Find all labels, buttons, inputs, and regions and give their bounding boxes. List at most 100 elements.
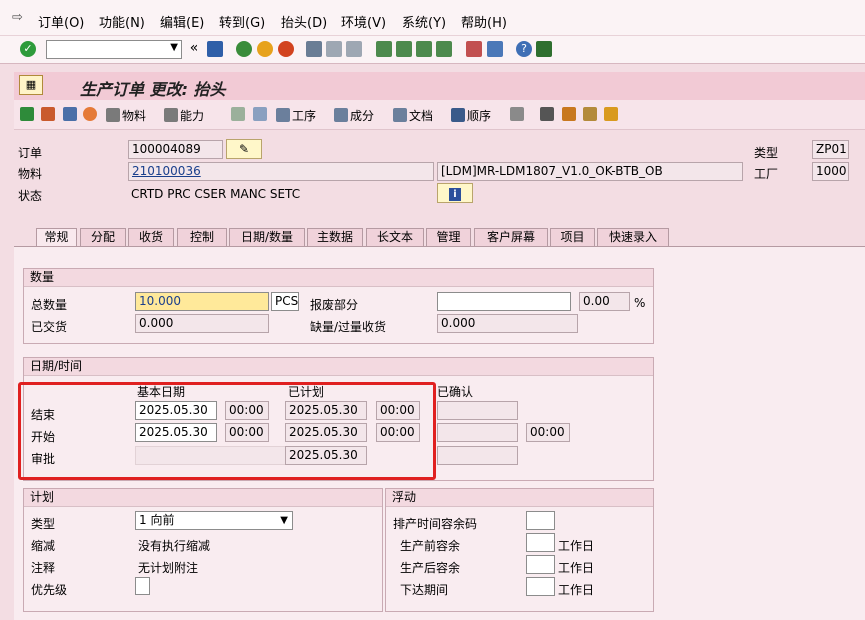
delivered-label: 已交货 [31, 320, 68, 334]
tab-quick-entry[interactable]: 快速录入 [597, 228, 669, 246]
tab-dates-quantities[interactable]: 日期/数量 [229, 228, 305, 246]
chevron-down-icon[interactable]: ▼ [280, 512, 288, 529]
scheduling-type-select[interactable]: 1 向前 ▼ [135, 511, 293, 530]
dates-title: 日期/时间 [24, 358, 653, 376]
tab-customer-screen[interactable]: 客户屏幕 [474, 228, 548, 246]
capacity-button-label: 能力 [180, 109, 205, 123]
material-button[interactable]: 物料 [106, 107, 146, 124]
plant-field: 1000 [812, 162, 849, 181]
find-icon[interactable] [326, 41, 342, 57]
sequences-button[interactable]: 顺序 [451, 107, 491, 124]
layout-menu-icon[interactable] [536, 41, 552, 57]
documents-icon [393, 108, 407, 122]
back-icon[interactable] [236, 41, 252, 57]
unit-field[interactable]: PCS [271, 292, 299, 311]
total-quantity-field[interactable]: 10.000 [135, 292, 269, 311]
save-icon[interactable] [207, 41, 223, 57]
scheduling-type-value: 1 向前 [139, 513, 175, 527]
structure-icon[interactable] [583, 107, 599, 122]
status-info-button[interactable]: i [437, 183, 473, 203]
tab-project[interactable]: 项目 [550, 228, 595, 246]
sched-margin-field[interactable] [526, 511, 555, 530]
tree-icon[interactable] [231, 107, 247, 122]
object-icon[interactable] [510, 107, 526, 122]
menu-goto[interactable]: 转到(G) [219, 12, 265, 31]
info-icon: i [449, 188, 461, 201]
operations-button[interactable]: 工序 [276, 107, 316, 124]
help-circle-icon[interactable] [83, 107, 99, 122]
release-period-field[interactable] [526, 577, 555, 596]
table-icon[interactable] [540, 107, 556, 122]
help-icon[interactable]: ? [516, 41, 532, 57]
hierarchy-icon[interactable] [562, 107, 578, 122]
new-session-icon[interactable] [466, 41, 482, 57]
float-after-field[interactable] [526, 555, 555, 574]
priority-field[interactable] [135, 577, 150, 595]
menu-header[interactable]: 抬头(D) [281, 12, 327, 31]
floats-title: 浮动 [386, 489, 653, 507]
confirmed-header: 已确认 [437, 385, 474, 399]
order-screen-icon: ▦ [19, 75, 43, 95]
quantities-title: 数量 [24, 269, 653, 287]
sequences-button-label: 顺序 [467, 109, 492, 123]
first-page-icon[interactable] [376, 41, 392, 57]
material-button-label: 物料 [122, 109, 147, 123]
cost-icon[interactable] [253, 107, 269, 122]
menu-order[interactable]: 订单(O) [38, 12, 84, 31]
menu-function[interactable]: 功能(N) [99, 12, 145, 31]
menu-exit-icon[interactable]: ⇨ [12, 10, 23, 25]
calculator-icon[interactable] [63, 107, 79, 122]
menu-bar: ⇨ 订单(O) 功能(N) 编辑(E) 转到(G) 抬头(D) 环境(V) 系统… [0, 0, 865, 36]
previous-page-icon[interactable] [396, 41, 412, 57]
exit-icon[interactable] [257, 41, 273, 57]
tab-master-data[interactable]: 主数据 [307, 228, 363, 246]
components-button[interactable]: 成分 [334, 107, 374, 124]
order-number-field[interactable]: 100004089 [128, 140, 223, 159]
tab-long-text[interactable]: 长文本 [366, 228, 424, 246]
status-label: 状态 [18, 189, 43, 203]
menu-edit[interactable]: 编辑(E) [160, 12, 204, 31]
scrap-quantity-field[interactable] [437, 292, 571, 311]
sched-margin-label: 排产时间容余码 [393, 517, 478, 531]
float-before-label: 生产前容余 [400, 539, 461, 553]
highlight-box [18, 382, 436, 480]
tab-control[interactable]: 控制 [177, 228, 227, 246]
flag-icon[interactable] [20, 107, 36, 122]
find-next-icon[interactable] [346, 41, 362, 57]
document-info-icon[interactable] [41, 107, 57, 122]
menu-help[interactable]: 帮助(H) [461, 12, 507, 31]
material-field[interactable]: 210100036 [128, 162, 434, 181]
grid-icon[interactable] [604, 107, 620, 122]
documents-button[interactable]: 文档 [393, 107, 433, 124]
reduction-label: 缩减 [31, 539, 56, 553]
menu-environment[interactable]: 环境(V) [341, 12, 386, 31]
total-qty-label: 总数量 [31, 298, 68, 312]
material-label: 物料 [18, 167, 43, 181]
float-before-field[interactable] [526, 533, 555, 552]
chevron-collapse-icon[interactable]: « [188, 40, 200, 56]
next-page-icon[interactable] [416, 41, 432, 57]
tab-assignment[interactable]: 分配 [80, 228, 126, 246]
cancel-icon[interactable] [278, 41, 294, 57]
float-before-unit: 工作日 [558, 539, 595, 553]
menu-system[interactable]: 系统(Y) [402, 12, 446, 31]
documents-button-label: 文档 [409, 109, 434, 123]
release-period-label: 下达期间 [400, 583, 449, 597]
status-value: CRTD PRC CSER MANC SETC [131, 187, 301, 201]
change-order-button[interactable]: ✎ [226, 139, 262, 159]
tab-goods-receipt[interactable]: 收货 [128, 228, 174, 246]
enter-check-icon[interactable]: ✓ [20, 41, 36, 57]
tab-general[interactable]: 常规 [36, 228, 77, 246]
page-title: 生产订单 更改: 抬头 [80, 80, 226, 99]
shortcut-icon[interactable] [487, 41, 503, 57]
chevron-down-icon[interactable]: ▼ [170, 42, 178, 53]
operations-icon [276, 108, 290, 122]
capacity-button[interactable]: 能力 [164, 107, 204, 124]
planning-type-label: 类型 [31, 517, 56, 531]
print-icon[interactable] [306, 41, 322, 57]
command-field[interactable]: ▼ [46, 40, 182, 59]
percent-sign: % [634, 296, 646, 310]
tab-administration[interactable]: 管理 [426, 228, 471, 246]
priority-label: 优先级 [31, 583, 68, 597]
last-page-icon[interactable] [436, 41, 452, 57]
